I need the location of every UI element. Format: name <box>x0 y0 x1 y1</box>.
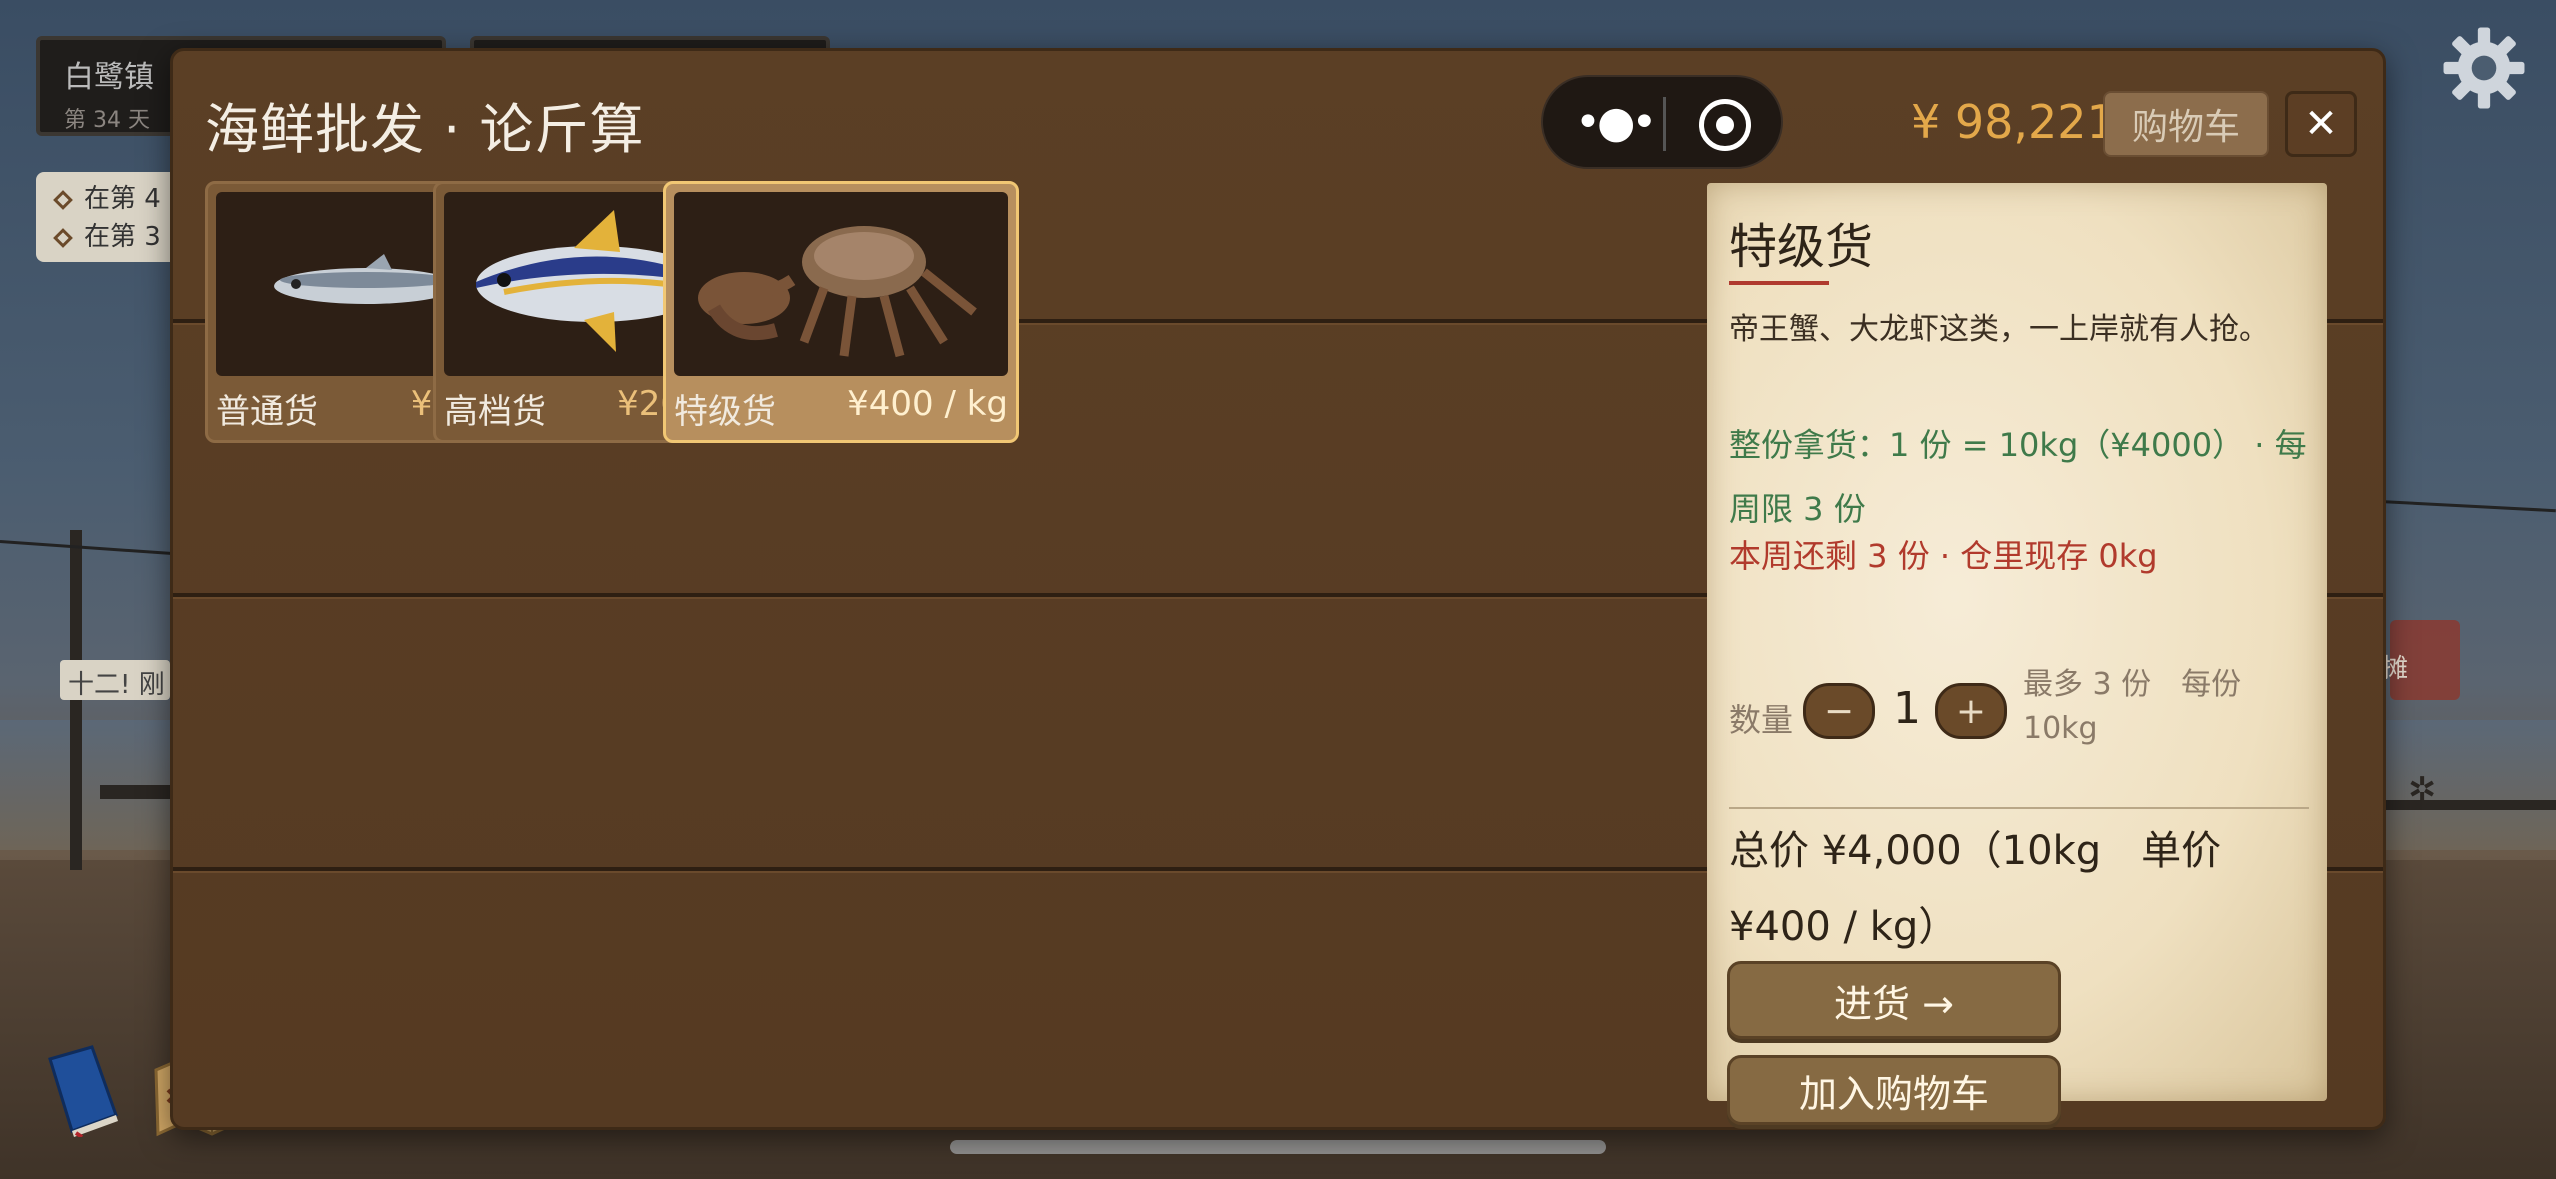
home-indicator[interactable] <box>950 1140 1606 1154</box>
more-options-icon[interactable]: •●• <box>1575 101 1657 145</box>
stock-status: 本周还剩 3 份 · 仓里现存 0kg <box>1729 537 2158 575</box>
crab-icon <box>674 192 1008 376</box>
power-wire <box>2379 500 2556 513</box>
title-underline <box>1729 281 1829 285</box>
quest-note-text: 在第 4 <box>84 184 161 214</box>
dock-rail <box>2380 800 2556 810</box>
product-price: ¥400 / kg <box>847 384 1008 424</box>
quantity-value: 1 <box>1893 683 1921 734</box>
quantity-increase-button[interactable]: + <box>1935 683 2007 739</box>
page-title: 海鲜批发 · 论斤算 <box>205 98 645 161</box>
quantity-limit-note: 最多 3 份 每份 10kg <box>2023 667 2242 746</box>
product-name: 高档货 <box>444 392 546 432</box>
purchase-button[interactable]: 进货 → <box>1727 961 2061 1039</box>
product-name: 普通货 <box>216 392 318 432</box>
quest-note: 在第 3 <box>53 218 186 256</box>
deal-terms: 整份拿货：1 份 = 10kg（¥4000） · 每周限 3 份 <box>1729 426 2307 528</box>
add-to-cart-button[interactable]: 加入购物车 <box>1727 1055 2061 1125</box>
quest-note: 在第 4 <box>53 180 186 218</box>
bench <box>100 785 170 799</box>
mini-program-capsule: •●• <box>1541 75 1783 169</box>
quantity-label: 数量 <box>1729 701 1794 739</box>
stall-sign: 摊 <box>2382 654 2409 684</box>
diamond-icon <box>53 228 73 248</box>
utility-pole <box>70 530 82 870</box>
close-button[interactable]: ✕ <box>2285 91 2357 157</box>
shop-sign: 十二! 刚 <box>60 660 170 700</box>
money-balance: ¥ 98,221 <box>1911 95 2116 149</box>
seafood-wholesale-panel: 海鲜批发 · 论斤算 •●• ¥ 98,221 购物车 ✕ 普通货 ¥48 / … <box>170 48 2386 1130</box>
detail-description: 帝王蟹、大龙虾这类，一上岸就有人抢。 <box>1729 312 2269 347</box>
settings-gear-icon[interactable] <box>2440 24 2528 112</box>
cart-button[interactable]: 购物车 <box>2103 91 2269 157</box>
total-price: 总价 ¥4,000（10kg 单价 ¥400 / kg） <box>1729 828 2222 950</box>
diamond-icon <box>53 190 73 210</box>
crab-decoration-icon: ✲ <box>2408 770 2437 810</box>
journal-book-icon[interactable] <box>40 1045 122 1137</box>
power-wire <box>0 540 180 556</box>
quest-note-text: 在第 3 <box>84 222 161 252</box>
quantity-decrease-button[interactable]: − <box>1803 683 1875 739</box>
close-miniprogram-icon[interactable] <box>1699 99 1751 151</box>
divider <box>1729 807 2309 809</box>
product-name: 特级货 <box>674 392 776 432</box>
capsule-divider <box>1663 97 1666 151</box>
product-detail-panel: 特级货 帝王蟹、大龙虾这类，一上岸就有人抢。 整份拿货：1 份 = 10kg（¥… <box>1707 183 2327 1125</box>
product-card-deluxe[interactable]: 特级货 ¥400 / kg <box>663 181 1019 443</box>
detail-title: 特级货 <box>1729 219 1874 275</box>
